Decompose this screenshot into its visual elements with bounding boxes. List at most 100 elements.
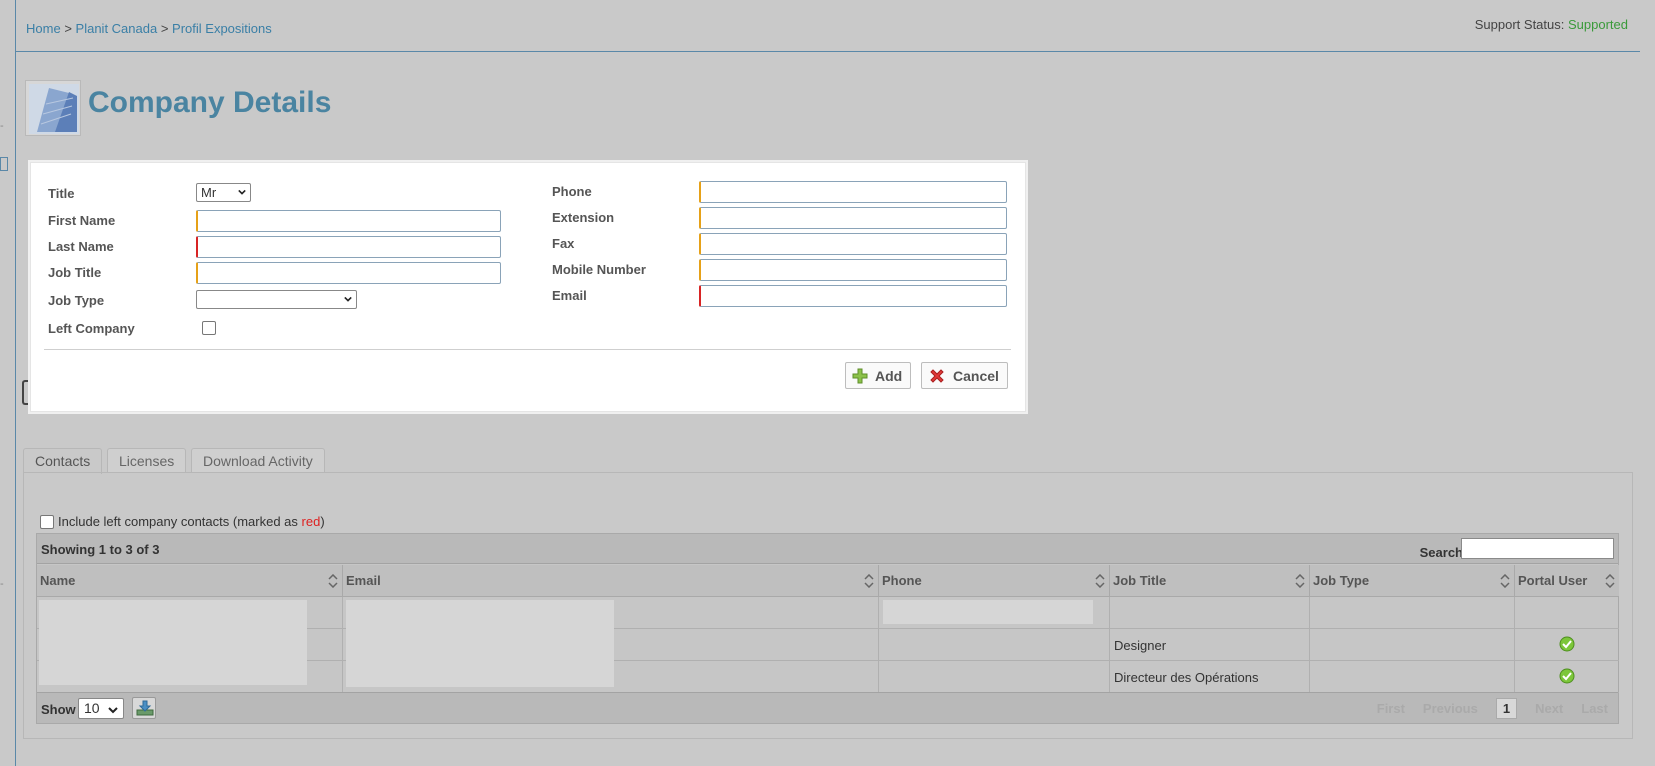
- column-header-phone[interactable]: Phone: [879, 565, 1110, 597]
- tab-contacts[interactable]: Contacts: [23, 448, 103, 474]
- column-header-label: Phone: [882, 573, 922, 588]
- background-control: [22, 380, 30, 405]
- extension-input[interactable]: [699, 207, 1007, 229]
- tab-download-activity[interactable]: Download Activity: [191, 448, 325, 473]
- column-header-job-type[interactable]: Job Type: [1310, 565, 1515, 597]
- column-header-label: Job Type: [1313, 573, 1370, 588]
- mobile-number-label: Mobile Number: [552, 262, 646, 277]
- title-label: Title: [48, 186, 75, 201]
- support-status: Support Status: Supported: [1475, 17, 1628, 32]
- contacts-table: Showing 1 to 3 of 3 Search Name Email Ph…: [36, 533, 1619, 724]
- support-status-label: Support Status:: [1474, 17, 1565, 32]
- first-name-input[interactable]: [196, 210, 501, 232]
- extension-label: Extension: [552, 210, 615, 225]
- last-name-label: Last Name: [48, 239, 114, 254]
- pager-current-page[interactable]: 1: [1495, 698, 1518, 719]
- add-button[interactable]: Add: [845, 362, 912, 389]
- table-cell: [1515, 661, 1619, 693]
- chevron-down-icon: [344, 296, 352, 302]
- column-header-name[interactable]: Name: [37, 565, 343, 597]
- breadcrumb-company[interactable]: Planit Canada: [76, 21, 158, 36]
- chevron-down-icon: [108, 707, 118, 714]
- table-cell: Directeur des Opérations: [1110, 661, 1310, 693]
- sort-icon: [1295, 574, 1305, 588]
- sort-icon: [1500, 574, 1510, 588]
- table-cell: [1310, 597, 1515, 629]
- sort-icon: [1605, 574, 1615, 588]
- include-left-contacts-checkbox[interactable]: [40, 514, 54, 529]
- pager-first[interactable]: First: [1377, 701, 1405, 719]
- column-header-label: Job Title: [1113, 573, 1167, 588]
- title-select-value: Mr: [201, 185, 217, 200]
- column-header-email[interactable]: Email: [343, 565, 879, 597]
- add-button-label: Add: [875, 367, 903, 384]
- sort-icon: [328, 574, 338, 588]
- pager-next[interactable]: Next: [1535, 701, 1563, 719]
- table-toolbar: Showing 1 to 3 of 3 Search: [37, 534, 1618, 564]
- breadcrumb-home[interactable]: Home: [26, 21, 61, 36]
- dialog-divider: [44, 349, 1011, 350]
- background-mark: -: [0, 120, 4, 132]
- table-cell: [1310, 629, 1515, 661]
- title-select[interactable]: Mr: [196, 183, 251, 202]
- left-company-checkbox[interactable]: [202, 321, 216, 335]
- export-button[interactable]: [132, 697, 156, 719]
- pagination: First Previous 1 Next Last: [1377, 698, 1608, 719]
- cancel-button-label: Cancel: [953, 367, 999, 384]
- tab-licenses[interactable]: Licenses: [107, 448, 187, 473]
- sort-icon: [1095, 574, 1105, 588]
- table-cell: [879, 629, 1110, 661]
- pager-previous[interactable]: Previous: [1423, 701, 1478, 719]
- chevron-down-icon: [238, 189, 246, 195]
- show-label: Show: [41, 702, 76, 717]
- header: Home > Planit Canada > Profil Exposition…: [15, 0, 1640, 52]
- plus-icon: [852, 368, 868, 383]
- pager-last[interactable]: Last: [1581, 701, 1608, 719]
- job-type-select[interactable]: [196, 290, 357, 309]
- showing-count: Showing 1 to 3 of 3: [41, 542, 160, 557]
- redacted-phone: [883, 600, 1093, 624]
- page-size-value: 10: [84, 700, 100, 716]
- download-icon: [136, 700, 154, 716]
- fax-label: Fax: [552, 236, 575, 251]
- sort-icon: [864, 574, 874, 588]
- add-contact-dialog: Title Mr First Name Last Name Job Title …: [30, 162, 1026, 412]
- table-cell: Designer: [1110, 629, 1310, 661]
- email-label: Email: [552, 288, 587, 303]
- breadcrumb-current[interactable]: Profil Expositions: [172, 21, 272, 36]
- check-icon: [1559, 668, 1575, 684]
- table-cell: [1310, 661, 1515, 693]
- redacted-emails: [346, 600, 614, 687]
- page-title: Company Details: [88, 86, 332, 119]
- breadcrumb-separator: >: [160, 21, 169, 36]
- company-building-icon: [25, 80, 81, 136]
- column-header-label: Portal User: [1518, 573, 1588, 588]
- breadcrumb: Home > Planit Canada > Profil Exposition…: [26, 21, 272, 36]
- table-cell: [1515, 597, 1619, 629]
- search-input[interactable]: [1461, 538, 1614, 559]
- job-title-input[interactable]: [196, 262, 501, 284]
- column-header-portal-user[interactable]: Portal User: [1515, 565, 1619, 597]
- background-edit-icon: [0, 157, 8, 171]
- search-label: Search: [1419, 545, 1463, 560]
- page-size-select[interactable]: 10: [78, 698, 124, 719]
- phone-input[interactable]: [699, 181, 1007, 203]
- fax-input[interactable]: [699, 233, 1007, 255]
- column-header-label: Name: [40, 573, 76, 588]
- check-icon: [1559, 636, 1575, 652]
- breadcrumb-separator: >: [64, 21, 72, 36]
- table-cell: [1515, 629, 1619, 661]
- table-cell: [1110, 597, 1310, 629]
- column-header-job-title[interactable]: Job Title: [1110, 565, 1310, 597]
- redacted-names: [39, 600, 307, 685]
- column-header-label: Email: [346, 573, 381, 588]
- close-icon: [930, 368, 944, 383]
- table-footer: Show 10 First Previous 1 Next Last: [37, 692, 1618, 723]
- mobile-number-input[interactable]: [699, 259, 1007, 281]
- cancel-button[interactable]: Cancel: [921, 362, 1008, 389]
- include-left-contacts: Include left company contacts (marked as…: [40, 514, 325, 529]
- include-left-contacts-label: Include left company contacts (marked as…: [58, 514, 325, 529]
- email-input[interactable]: [699, 285, 1007, 307]
- last-name-input[interactable]: [196, 236, 501, 258]
- left-company-label: Left Company: [48, 321, 135, 336]
